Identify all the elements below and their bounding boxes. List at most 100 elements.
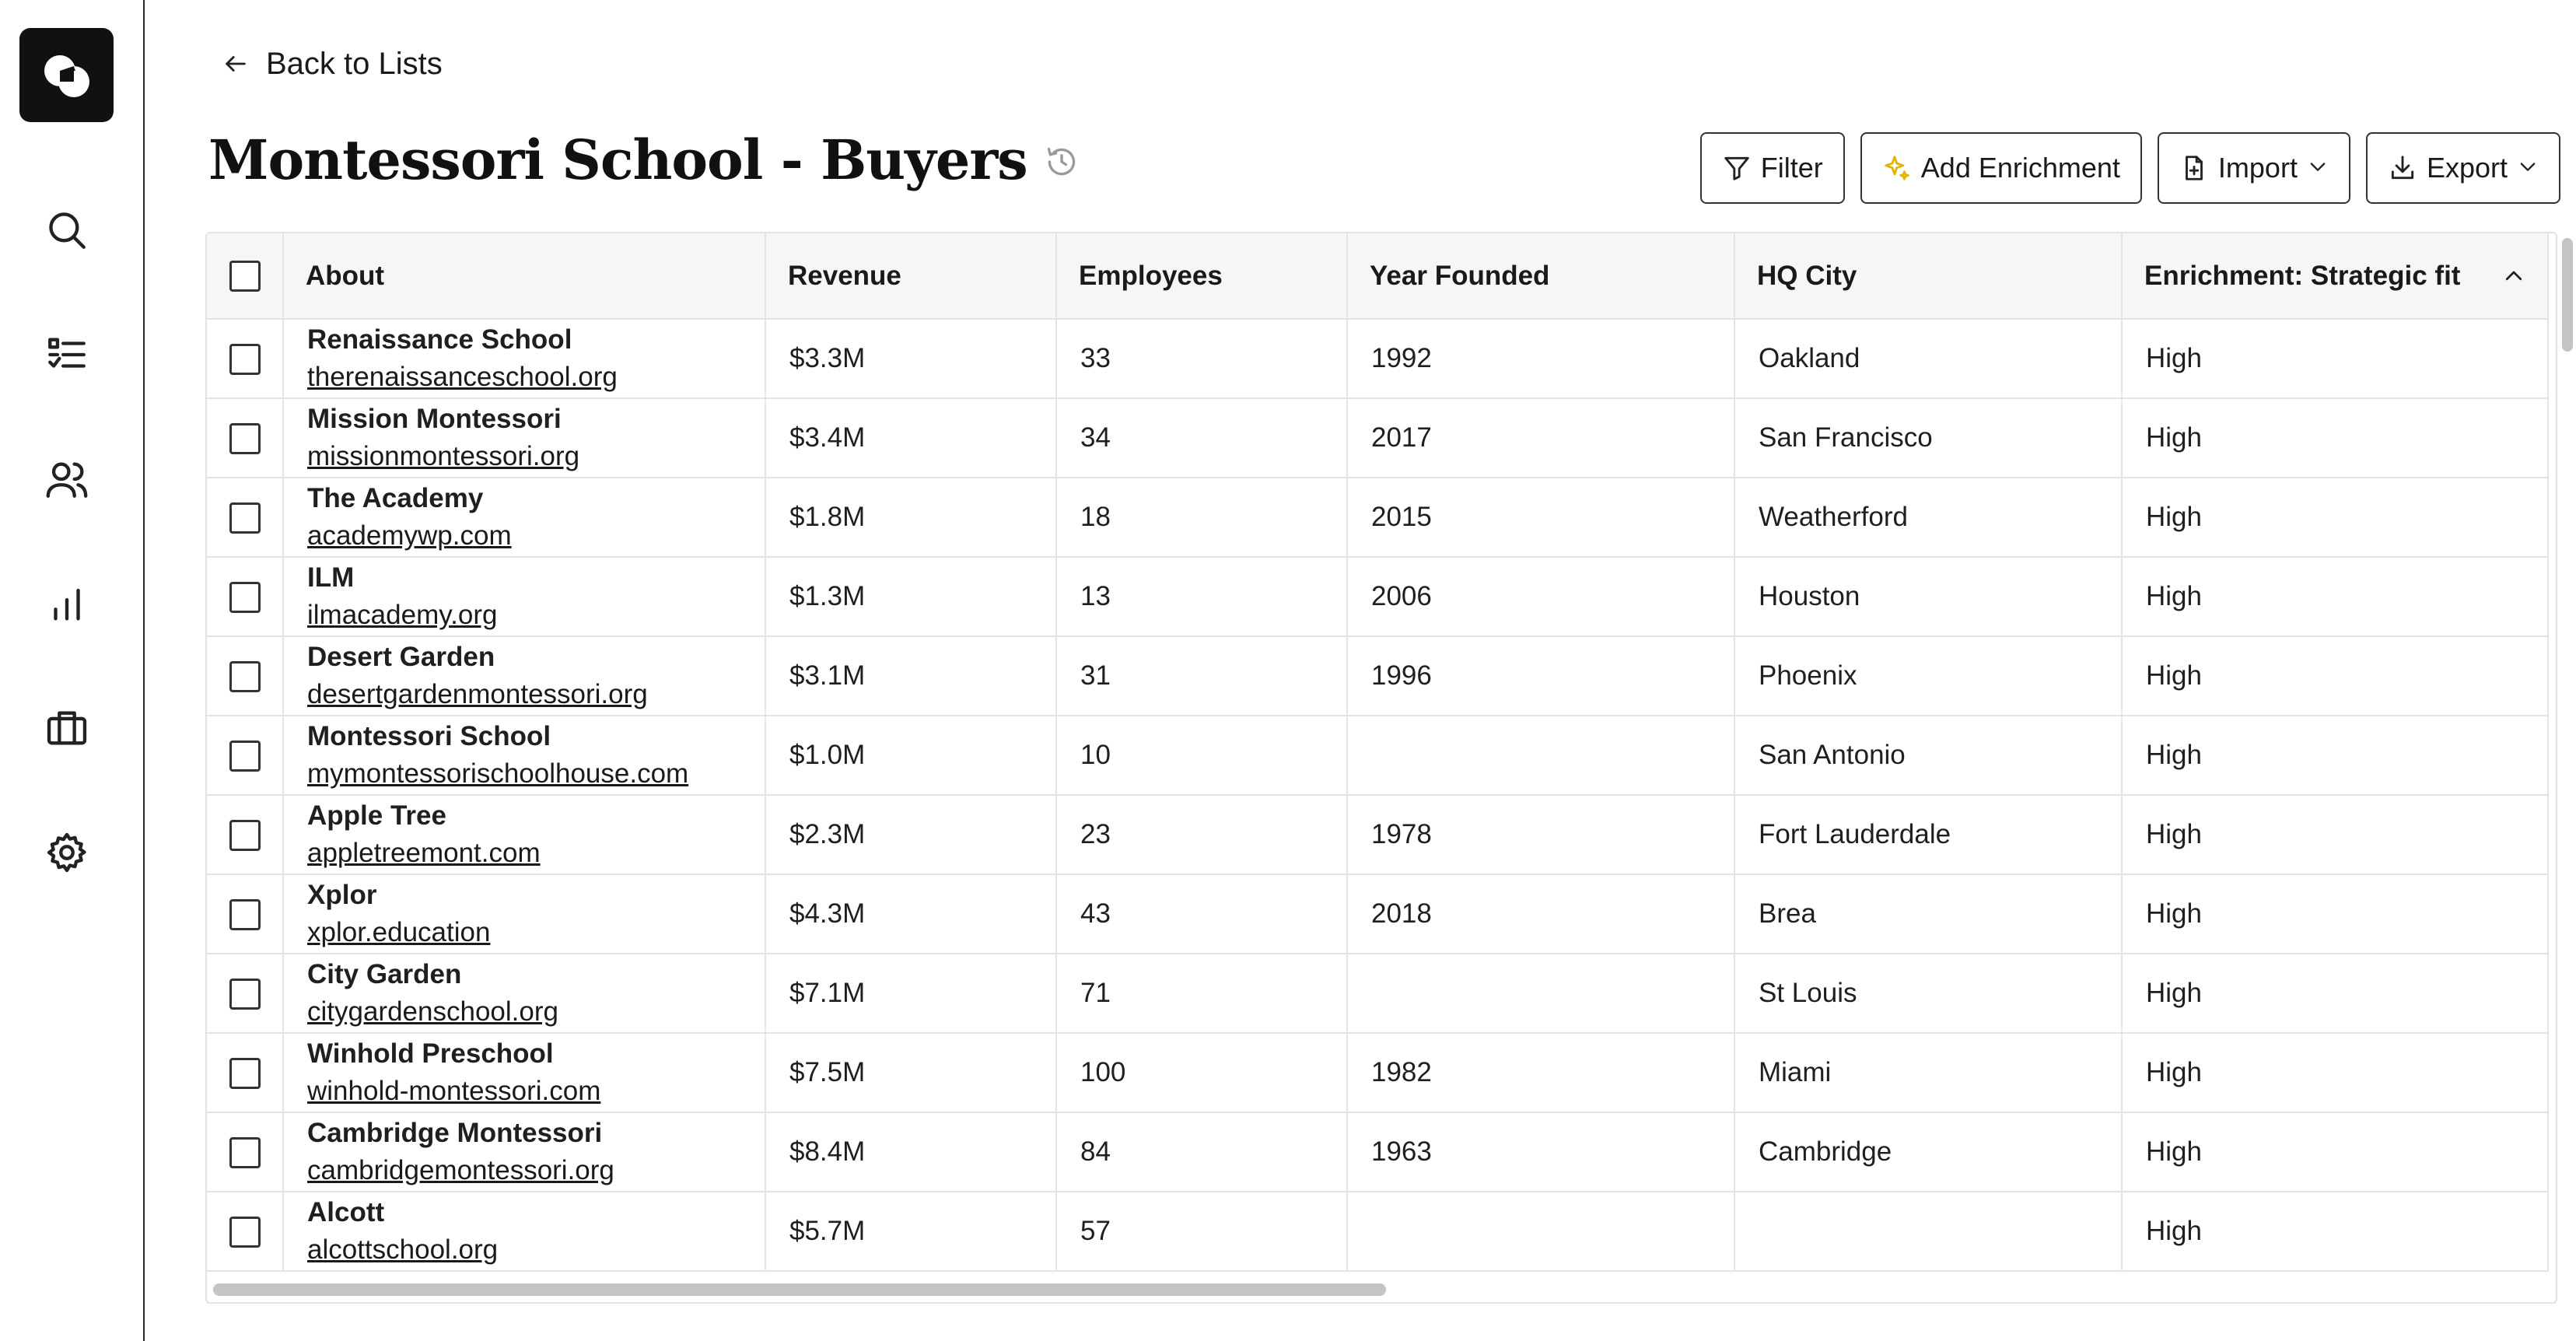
filter-button[interactable]: Filter bbox=[1699, 132, 1845, 204]
cell-hq-city: San Antonio bbox=[1734, 716, 2123, 796]
company-domain-link[interactable]: alcottschool.org bbox=[307, 1231, 741, 1269]
column-header-revenue[interactable]: Revenue bbox=[765, 233, 1057, 320]
table-row[interactable]: Montessori School mymontessorischoolhouse… bbox=[207, 716, 2549, 796]
cell-strategic-fit: High bbox=[2122, 874, 2549, 954]
company-domain-link[interactable]: academywp.com bbox=[307, 517, 741, 555]
cell-revenue: $3.1M bbox=[765, 636, 1057, 716]
horizontal-scrollbar[interactable] bbox=[213, 1283, 1386, 1296]
add-enrichment-button[interactable]: Add Enrichment bbox=[1860, 132, 2142, 204]
cell-hq-city: St Louis bbox=[1734, 954, 2123, 1034]
row-checkbox[interactable] bbox=[229, 1057, 261, 1089]
nav-deals[interactable] bbox=[42, 703, 92, 753]
chevron-up-icon[interactable] bbox=[2502, 264, 2525, 288]
cell-about: Mission Montessori missionmontessori.org bbox=[283, 398, 766, 478]
column-header-employees[interactable]: Employees bbox=[1056, 233, 1348, 320]
column-header-about[interactable]: About bbox=[283, 233, 766, 320]
table-row[interactable]: ILM ilmacademy.org $1.3M 13 2006 Houston High bbox=[207, 557, 2549, 637]
cell-strategic-fit: High bbox=[2122, 319, 2549, 399]
cell-strategic-fit: High bbox=[2122, 954, 2549, 1034]
search-icon bbox=[49, 212, 86, 249]
nav-analytics[interactable] bbox=[42, 579, 92, 628]
history-button[interactable] bbox=[1045, 128, 1079, 192]
briefcase-icon bbox=[47, 711, 87, 745]
sparkle-icon bbox=[1885, 156, 1909, 180]
row-checkbox[interactable] bbox=[229, 1216, 261, 1248]
row-checkbox[interactable] bbox=[229, 1136, 261, 1168]
export-button[interactable]: Export bbox=[2365, 132, 2560, 204]
cell-employees: 57 bbox=[1056, 1192, 1348, 1272]
table-row[interactable]: Desert Garden desertgardenmontessori.org $… bbox=[207, 636, 2549, 716]
nav-settings[interactable] bbox=[42, 828, 92, 877]
company-domain-link[interactable]: ilmacademy.org bbox=[307, 597, 741, 634]
company-domain-link[interactable]: cambridgemontessori.org bbox=[307, 1152, 741, 1189]
cell-about: Winhold Preschool winhold-montessori.com bbox=[283, 1033, 766, 1113]
cell-revenue: $4.3M bbox=[765, 874, 1057, 954]
row-checkbox[interactable] bbox=[229, 422, 261, 454]
cell-revenue: $7.1M bbox=[765, 954, 1057, 1034]
cell-year-founded: 1978 bbox=[1347, 795, 1735, 875]
company-domain-link[interactable]: missionmontessori.org bbox=[307, 438, 741, 475]
company-name: City Garden bbox=[307, 959, 462, 989]
import-button[interactable]: Import bbox=[2157, 132, 2350, 204]
table-row[interactable]: Apple Tree appletreemont.com $2.3M 23 1978 Fo… bbox=[207, 795, 2549, 875]
cell-hq-city: San Francisco bbox=[1734, 398, 2123, 478]
column-header-strategic-fit[interactable]: Enrichment: Strategic fit bbox=[2122, 233, 2549, 320]
cell-about: Montessori School mymontessorischoolhouse… bbox=[283, 716, 766, 796]
row-checkbox[interactable] bbox=[229, 343, 261, 375]
table-row[interactable]: The Academy academywp.com $1.8M 18 2015 Weath… bbox=[207, 478, 2549, 558]
app-logo[interactable] bbox=[19, 28, 114, 122]
row-checkbox[interactable] bbox=[229, 819, 261, 851]
row-checkbox[interactable] bbox=[229, 740, 261, 772]
row-select-cell bbox=[207, 716, 284, 796]
nav-search[interactable] bbox=[42, 205, 92, 255]
company-domain-link[interactable]: appletreemont.com bbox=[307, 835, 741, 872]
select-all-cell bbox=[207, 233, 284, 320]
table-row[interactable]: Mission Montessori missionmontessori.org $… bbox=[207, 398, 2549, 478]
cell-strategic-fit: High bbox=[2122, 1112, 2549, 1192]
cell-strategic-fit: High bbox=[2122, 716, 2549, 796]
table-row[interactable]: Xplor xplor.education $4.3M 43 2018 Brea High bbox=[207, 874, 2549, 954]
export-label: Export bbox=[2426, 152, 2508, 184]
select-all-checkbox[interactable] bbox=[229, 261, 261, 292]
row-checkbox[interactable] bbox=[229, 898, 261, 930]
company-domain-link[interactable]: therenaissanceschool.org bbox=[307, 359, 741, 396]
cell-about: Apple Tree appletreemont.com bbox=[283, 795, 766, 875]
add-enrichment-label: Add Enrichment bbox=[1920, 152, 2120, 184]
page-title: Montessori School - Buyers bbox=[208, 128, 1079, 192]
cell-employees: 23 bbox=[1056, 795, 1348, 875]
cell-strategic-fit: High bbox=[2122, 557, 2549, 637]
filter-label: Filter bbox=[1760, 152, 1823, 184]
column-header-year-founded[interactable]: Year Founded bbox=[1347, 233, 1735, 320]
table-row[interactable]: Winhold Preschool winhold-montessori.com $… bbox=[207, 1033, 2549, 1113]
history-icon bbox=[1047, 147, 1075, 176]
column-header-hq-city[interactable]: HQ City bbox=[1734, 233, 2123, 320]
cell-about: Xplor xplor.education bbox=[283, 874, 766, 954]
table-row[interactable]: Cambridge Montessori cambridgemontessori.… bbox=[207, 1112, 2549, 1192]
back-to-lists-link[interactable]: Back to Lists bbox=[222, 40, 443, 87]
company-domain-link[interactable]: mymontessorischoolhouse.com bbox=[307, 755, 741, 793]
nav-lists[interactable] bbox=[42, 330, 92, 380]
row-select-cell bbox=[207, 636, 284, 716]
cell-employees: 100 bbox=[1056, 1033, 1348, 1113]
row-checkbox[interactable] bbox=[229, 502, 261, 534]
table-row[interactable]: City Garden citygardenschool.org $7.1M 71 St… bbox=[207, 954, 2549, 1034]
table-row[interactable]: Renaissance School therenaissanceschool.o… bbox=[207, 319, 2549, 399]
cell-hq-city: Fort Lauderdale bbox=[1734, 795, 2123, 875]
cell-year-founded bbox=[1347, 954, 1735, 1034]
file-import-icon bbox=[2185, 156, 2203, 180]
company-domain-link[interactable]: citygardenschool.org bbox=[307, 993, 741, 1031]
company-domain-link[interactable]: winhold-montessori.com bbox=[307, 1073, 741, 1110]
company-domain-link[interactable]: xplor.education bbox=[307, 914, 741, 951]
cell-revenue: $5.7M bbox=[765, 1192, 1057, 1272]
cell-employees: 31 bbox=[1056, 636, 1348, 716]
row-select-cell bbox=[207, 1112, 284, 1192]
table-row[interactable]: Alcott alcottschool.org $5.7M 57 High bbox=[207, 1192, 2549, 1272]
row-checkbox[interactable] bbox=[229, 660, 261, 692]
row-checkbox[interactable] bbox=[229, 978, 261, 1010]
back-to-lists-label: Back to Lists bbox=[266, 46, 443, 81]
row-select-cell bbox=[207, 874, 284, 954]
company-domain-link[interactable]: desertgardenmontessori.org bbox=[307, 676, 741, 713]
row-checkbox[interactable] bbox=[229, 581, 261, 613]
vertical-scrollbar[interactable] bbox=[2562, 238, 2573, 352]
nav-people[interactable] bbox=[42, 454, 92, 504]
